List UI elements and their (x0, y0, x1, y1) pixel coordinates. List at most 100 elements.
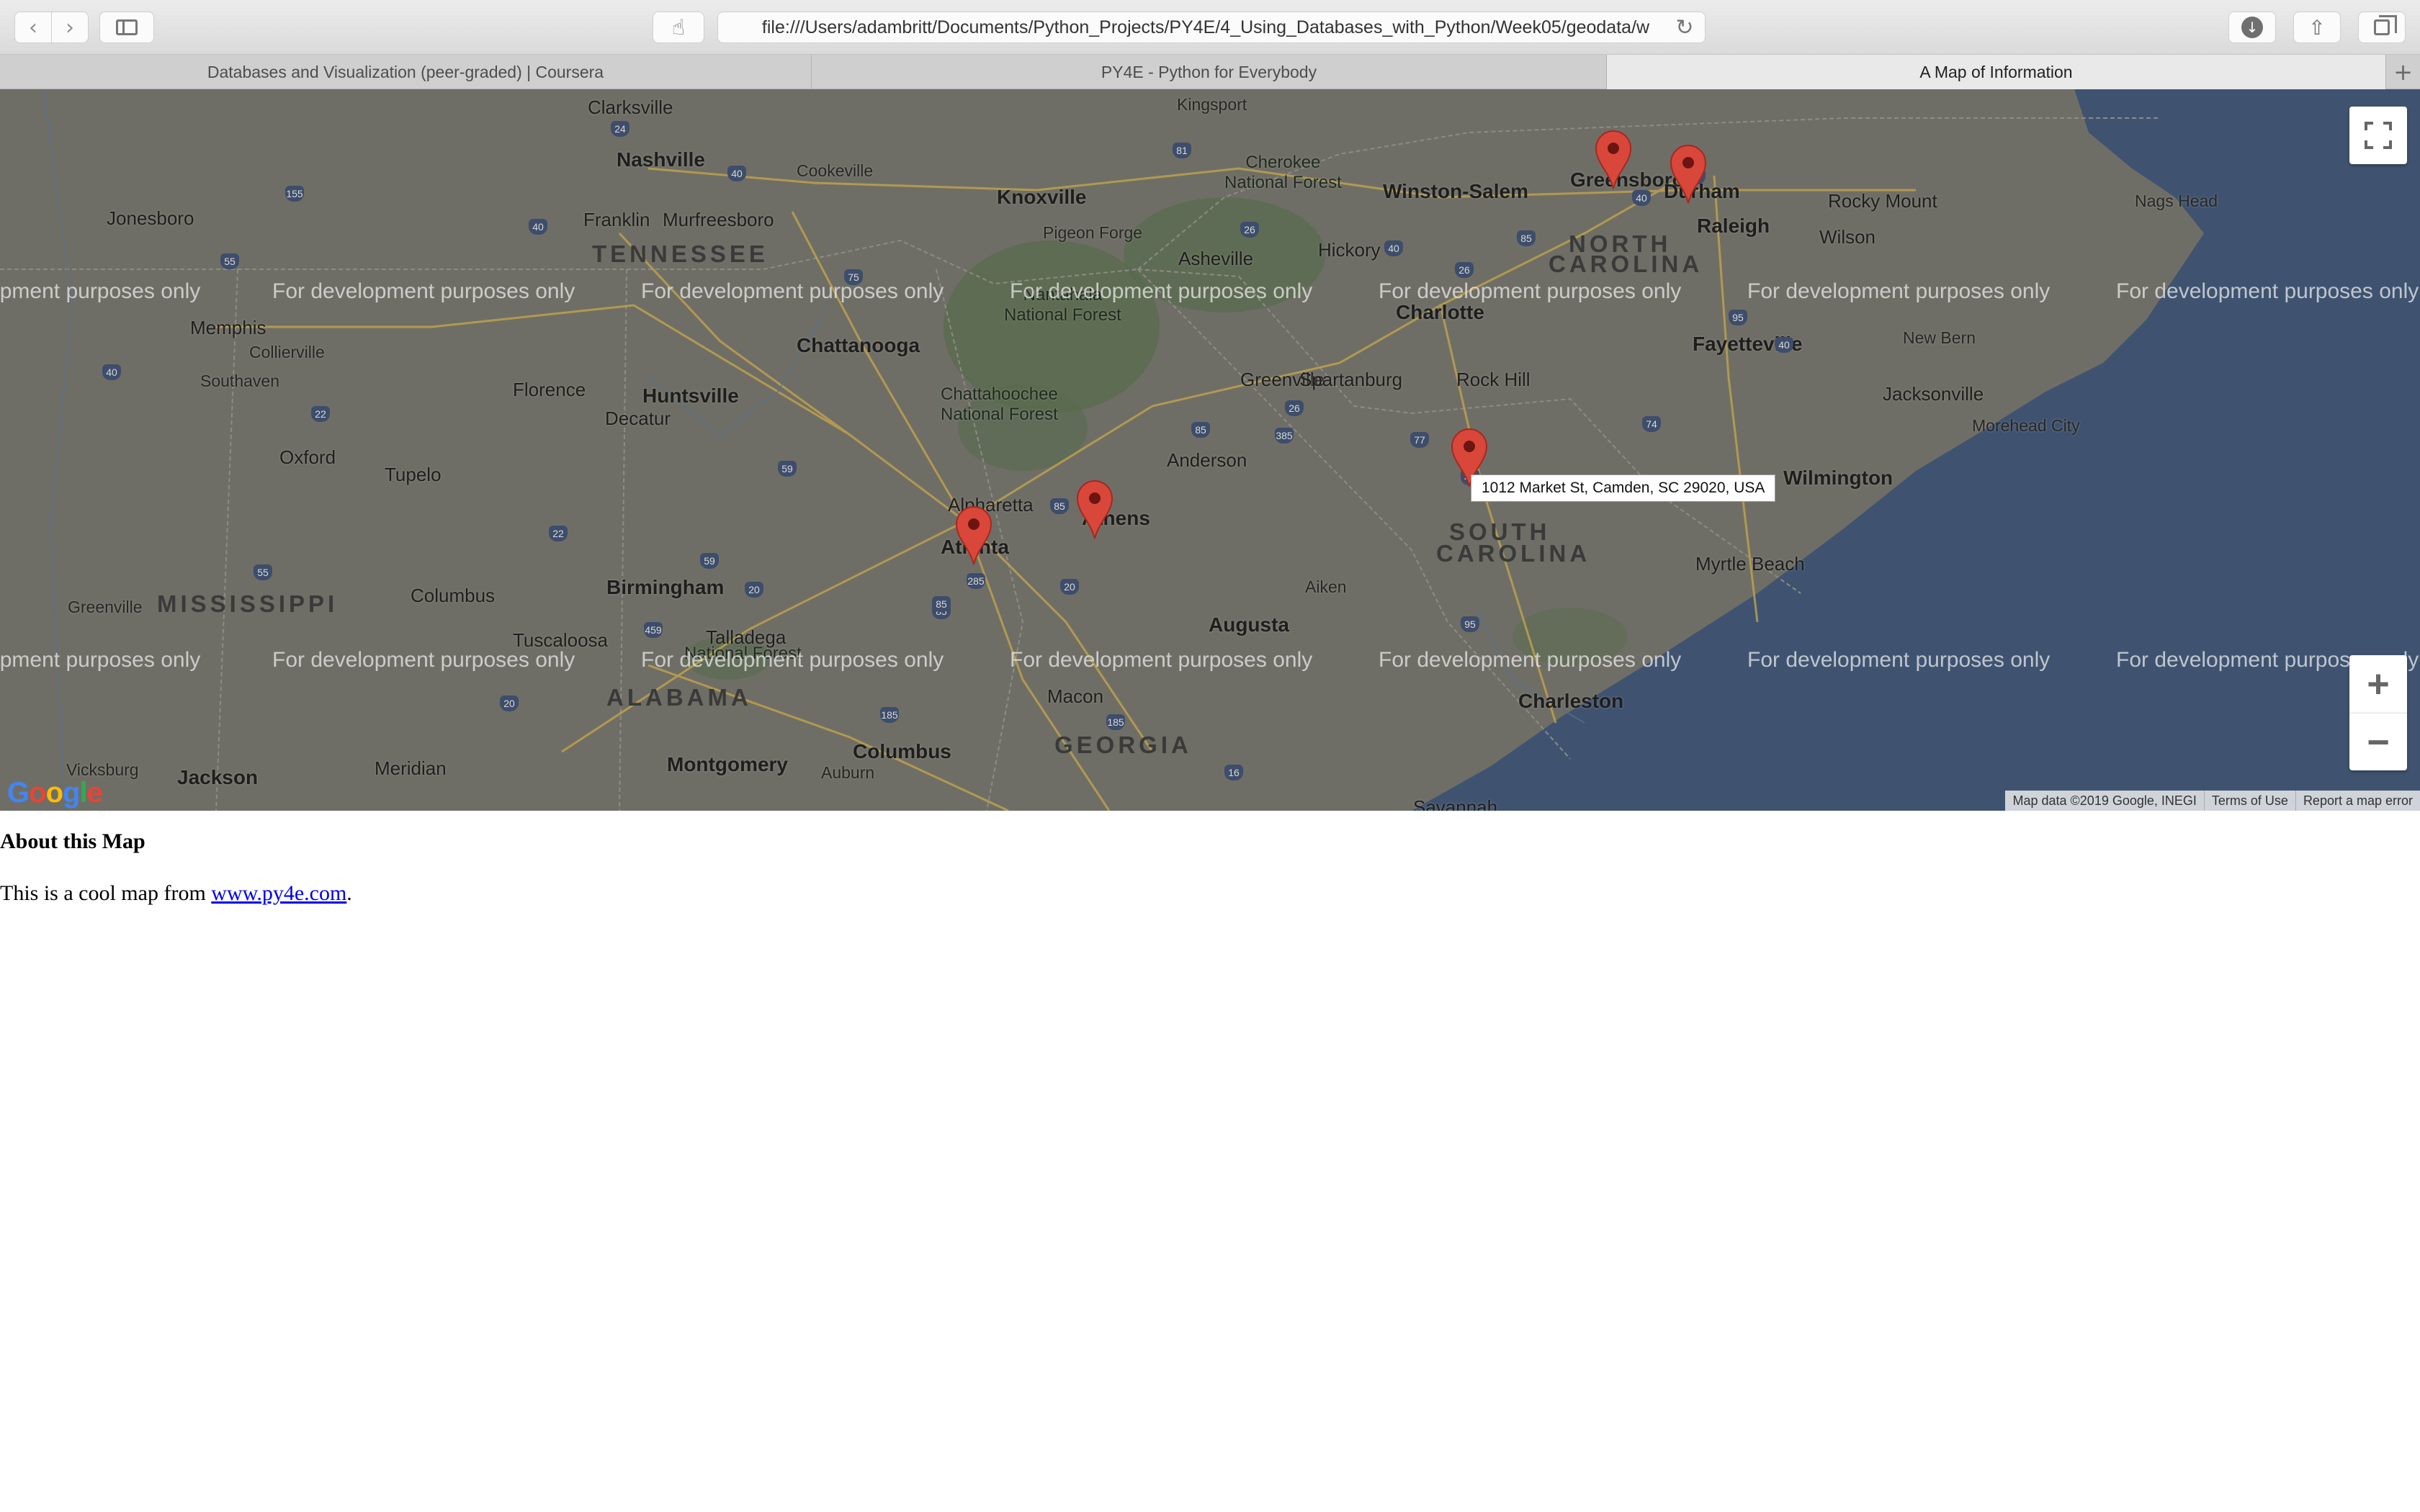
highway-shield: 40 (1384, 240, 1403, 256)
city-raleigh: Raleigh (1697, 215, 1770, 237)
dev-watermark: For development purposes only (2116, 279, 2419, 303)
highway-shield: 26 (1240, 222, 1259, 238)
share-button[interactable]: ⇧ (2293, 12, 2341, 43)
city-cookeville: Cookeville (797, 161, 874, 180)
terms-of-use-link[interactable]: Terms of Use (2203, 791, 2295, 811)
map-marker-atlanta[interactable] (954, 504, 994, 566)
city-morehead-city: Morehead City (1972, 416, 2080, 435)
city-asheville: Asheville (1178, 248, 1254, 269)
city-tupelo: Tupelo (385, 464, 442, 485)
state-label-mississippi: MISSISSIPPI (157, 590, 339, 617)
marker-tooltip: 1012 Market St, Camden, SC 29020, USA (1471, 474, 1776, 502)
highway-shield: 185 (1106, 714, 1125, 730)
google-map[interactable]: TENNESSEE NORTH CAROLINA SOUTH CAROLINA … (0, 89, 2420, 811)
map-marker-athens[interactable] (1075, 478, 1115, 540)
city-pigeon-forge: Pigeon Forge (1043, 223, 1143, 242)
city-memphis: Memphis (190, 317, 266, 338)
about-heading: About this Map (0, 829, 145, 853)
url-text[interactable]: file:///Users/adambritt/Documents/Python… (718, 17, 1664, 38)
dev-watermark: For development purposes only (641, 279, 944, 303)
address-bar[interactable]: file:///Users/adambritt/Documents/Python… (717, 12, 1706, 43)
city-chattanooga: Chattanooga (797, 334, 920, 356)
city-spartanburg: Spartanburg (1299, 369, 1403, 390)
highway-shield: 26 (1285, 400, 1304, 416)
city-myrtle-beach: Myrtle Beach (1695, 553, 1805, 575)
highway-shield: 24 (611, 121, 629, 137)
city-charleston: Charleston (1518, 690, 1624, 712)
highway-shield: 85 (932, 596, 951, 612)
city-aiken: Aiken (1305, 577, 1347, 596)
reader-button[interactable]: ☝ (653, 12, 704, 43)
chevron-left-icon: ‹ (29, 14, 37, 40)
label-cherokee-national-forest: Cherokee National Forest (1224, 153, 1342, 192)
city-meridian: Meridian (375, 757, 447, 779)
highway-shield: 20 (745, 582, 763, 598)
dev-watermark: For development purposes only (1379, 648, 1682, 672)
reload-icon[interactable]: ↻ (1664, 15, 1705, 40)
city-kingsport: Kingsport (1177, 95, 1247, 114)
city-wilmington: Wilmington (1783, 467, 1894, 489)
map-marker-durham[interactable] (1668, 143, 1708, 204)
highway-shield: 95 (1729, 310, 1747, 325)
tab-py4e[interactable]: PY4E - Python for Everybody (812, 55, 1607, 89)
dev-watermark: For development purposes only (1747, 648, 2051, 672)
map-marker-greensboro[interactable] (1593, 128, 1634, 190)
dev-watermark: For development purposes only (272, 648, 575, 672)
forward-button[interactable]: › (51, 12, 89, 43)
tab-map-of-information[interactable]: A Map of Information (1607, 55, 2386, 89)
dev-watermark: For development purposes only (1747, 279, 2051, 303)
highway-shield: 459 (644, 622, 663, 638)
city-greenville-ms: Greenville (68, 598, 143, 616)
plus-icon: + (2367, 662, 2390, 706)
dev-watermark: For development purposes only (1010, 279, 1313, 303)
city-birmingham: Birmingham (606, 576, 725, 598)
city-wilson: Wilson (1819, 226, 1876, 248)
highway-shield: 85 (1191, 422, 1210, 438)
city-nashville: Nashville (617, 148, 705, 171)
zoom-in-button[interactable]: + (2349, 655, 2407, 713)
dev-watermark: For development purposes only (272, 279, 575, 303)
city-winston-salem: Winston-Salem (1383, 180, 1528, 202)
new-tab-button[interactable]: + (2386, 55, 2420, 89)
highway-shield: 20 (1060, 579, 1079, 595)
highway-shield: 155 (285, 186, 304, 202)
back-button[interactable]: ‹ (14, 12, 52, 43)
report-map-error-link[interactable]: Report a map error (2295, 791, 2420, 811)
city-clarksville: Clarksville (588, 96, 673, 118)
plus-icon: + (2393, 58, 2413, 86)
about-text-end: . (346, 881, 352, 905)
py4e-link[interactable]: www.py4e.com (211, 881, 346, 905)
tabs-overview-button[interactable] (2358, 12, 2406, 43)
city-nags-head: Nags Head (2135, 192, 2218, 210)
highway-shield: 77 (1410, 432, 1429, 448)
highway-shield: 22 (311, 406, 330, 422)
zoom-out-button[interactable]: − (2349, 713, 2407, 770)
highway-shield: 22 (549, 526, 568, 541)
tabs-overview-icon (2374, 15, 2397, 35)
city-charlotte: Charlotte (1396, 301, 1484, 323)
fullscreen-button[interactable] (2349, 107, 2407, 164)
about-paragraph: This is a cool map from www.py4e.com. (0, 881, 352, 906)
highway-shield: 81 (1173, 143, 1191, 158)
highway-shield: 55 (220, 253, 239, 269)
tab-coursera[interactable]: Databases and Visualization (peer-graded… (0, 55, 812, 89)
highway-shield: 385 (1275, 428, 1294, 444)
google-logo[interactable]: Google (7, 777, 103, 809)
highway-shield: 95 (1461, 616, 1479, 632)
city-auburn: Auburn (821, 763, 875, 782)
city-oxford: Oxford (279, 446, 336, 468)
city-augusta: Augusta (1209, 613, 1289, 636)
highway-shield: 40 (1775, 337, 1793, 353)
downloads-button[interactable]: ↓ (2228, 12, 2276, 43)
state-label-alabama: ALABAMA (606, 684, 752, 711)
sidebar-icon (116, 19, 138, 35)
state-label-carolina-sc: CAROLINA (1436, 540, 1591, 567)
city-decatur: Decatur (605, 408, 671, 429)
highway-shield: 20 (500, 696, 519, 711)
highway-shield: 59 (700, 553, 719, 569)
sidebar-toggle-button[interactable] (99, 12, 154, 43)
map-attribution: Map data ©2019 Google, INEGI Terms of Us… (2005, 791, 2420, 811)
rivers (42, 89, 1585, 811)
city-new-bern: New Bern (1903, 328, 1976, 347)
map-data-credit[interactable]: Map data ©2019 Google, INEGI (2005, 791, 2203, 811)
